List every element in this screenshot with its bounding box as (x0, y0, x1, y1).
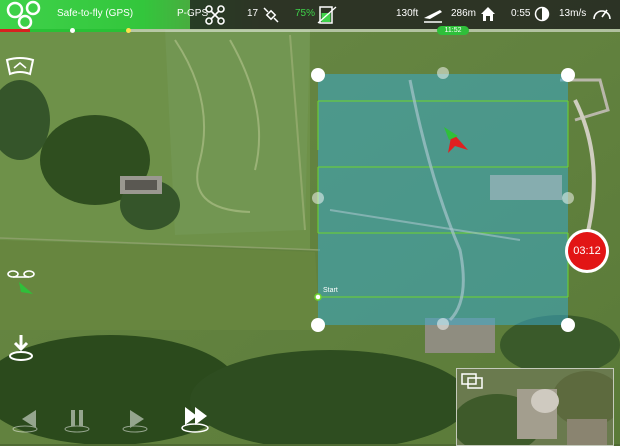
camera-preview[interactable] (456, 368, 614, 446)
status-bar: Safe-to-fly (GPS) P-GPS 17 75% 130ft 286… (0, 0, 620, 30)
drone-icon (205, 5, 225, 25)
distance-value: 286m (451, 8, 477, 19)
map-view-toggle-icon[interactable] (4, 56, 36, 78)
battery-icon (317, 6, 337, 24)
safe-to-fly-status: Safe-to-fly (GPS) (57, 8, 134, 19)
app-logo-icon[interactable] (3, 0, 49, 30)
drone-locate-icon[interactable] (5, 268, 37, 298)
flight-time: 0:55 (511, 8, 531, 19)
speed-value: 13m/s (559, 8, 587, 19)
record-button[interactable]: 03:12 (565, 229, 609, 273)
pause-icon[interactable] (62, 404, 92, 434)
start-label: Start (323, 287, 338, 294)
flight-progress-bar (0, 28, 620, 33)
speedometer-icon (593, 9, 611, 20)
rewind-icon[interactable] (10, 404, 40, 434)
play-icon[interactable] (120, 404, 150, 434)
land-icon[interactable] (6, 333, 36, 363)
satellite-icon (263, 7, 279, 23)
satellite-count: 17 (247, 8, 259, 19)
switch-view-icon[interactable] (461, 373, 483, 389)
start-mission-icon[interactable] (177, 402, 211, 434)
plane-altitude-icon (424, 10, 442, 23)
battery-percent: 75% (295, 8, 316, 19)
flight-mode: P-GPS (177, 8, 209, 19)
clock-icon (534, 6, 550, 22)
altitude-value: 130ft (396, 8, 419, 19)
time-marker: 11:52 (437, 26, 469, 35)
home-icon (481, 7, 495, 21)
record-timer: 03:12 (568, 232, 606, 270)
